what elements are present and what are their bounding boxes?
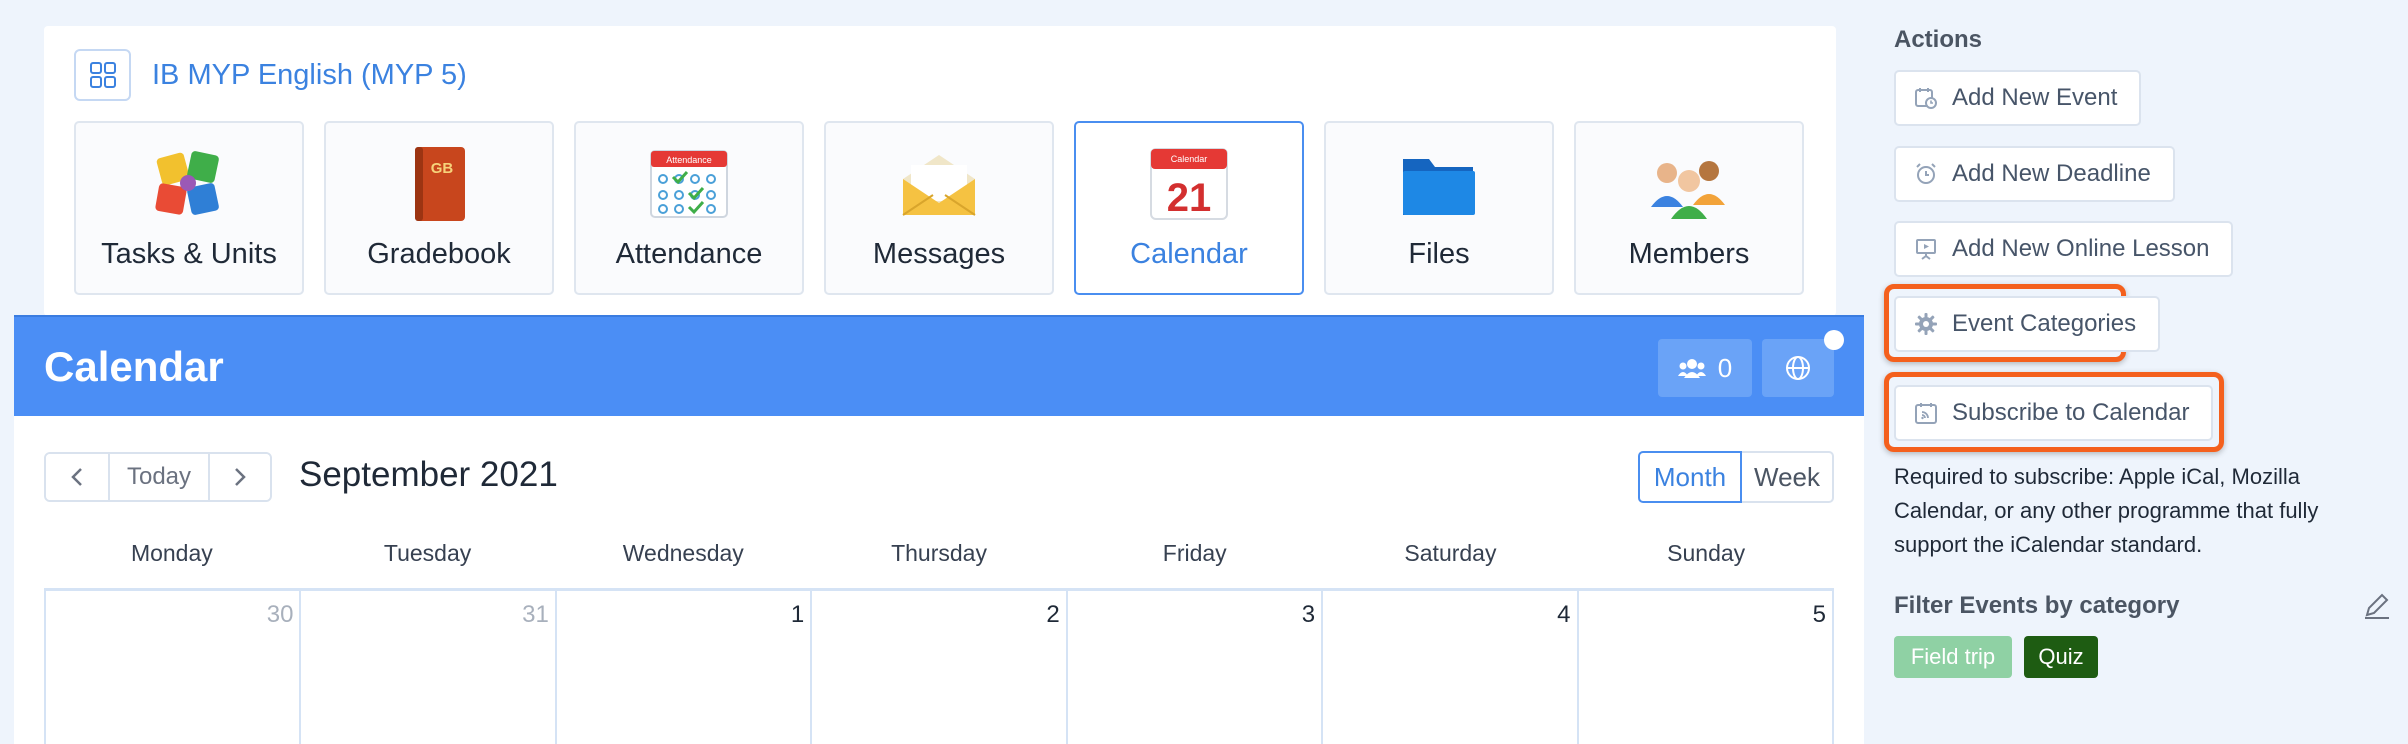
tool-gradebook[interactable]: GB Gradebook: [324, 121, 554, 295]
date-navigation: Today: [44, 452, 272, 502]
month-grid: 30 31 1 2 3 4 5: [44, 588, 1834, 744]
add-event-button[interactable]: Add New Event: [1894, 70, 2142, 126]
month-view-button[interactable]: Month: [1638, 451, 1742, 503]
day-cell[interactable]: 3: [1068, 591, 1324, 744]
day-cell[interactable]: 30: [46, 591, 302, 744]
tool-attendance[interactable]: Attendance Attendance: [574, 121, 804, 295]
weekday-header: Monday Tuesday Wednesday Thursday Friday…: [44, 540, 1834, 567]
weekday-label: Friday: [1162, 540, 1227, 566]
week-view-button[interactable]: Week: [1742, 451, 1834, 503]
tool-label: Calendar: [1130, 238, 1248, 270]
category-tag-quiz[interactable]: Quiz: [2024, 636, 2098, 678]
tool-members[interactable]: Members: [1574, 121, 1804, 295]
edit-categories-button[interactable]: [2362, 590, 2392, 625]
weekday-label: Wednesday: [622, 540, 744, 566]
users-icon: [1677, 359, 1706, 378]
day-number: 3: [1301, 601, 1316, 628]
subscribe-calendar-label: Subscribe to Calendar: [1952, 399, 2190, 426]
add-online-lesson-label: Add New Online Lesson: [1952, 235, 2210, 262]
calendar-feed-icon: [1915, 403, 1937, 424]
subscribe-requirements-text: Required to subscribe: Apple iCal, Mozil…: [1894, 464, 2319, 557]
view-switcher: Month Week: [1638, 451, 1834, 503]
tool-label: Gradebook: [367, 238, 511, 270]
app-grid-button[interactable]: [74, 49, 131, 101]
weekday-label: Tuesday: [383, 540, 472, 566]
members-count-button[interactable]: 0: [1658, 339, 1752, 397]
folder-icon: [1397, 145, 1481, 223]
prev-month-button[interactable]: [46, 454, 108, 500]
add-online-lesson-button[interactable]: Add New Online Lesson: [1894, 221, 2234, 277]
tool-label: Members: [1628, 238, 1750, 270]
tool-calendar[interactable]: Calendar 21 Calendar: [1074, 121, 1304, 295]
public-calendar-button[interactable]: [1762, 339, 1834, 397]
gear-icon: [1915, 313, 1937, 335]
day-cell[interactable]: 5: [1579, 591, 1834, 744]
gradebook-badge: GB: [431, 160, 454, 177]
members-icon: [1647, 145, 1731, 223]
weekday-label: Thursday: [891, 540, 987, 566]
add-event-label: Add New Event: [1952, 84, 2118, 111]
presentation-icon: [1916, 239, 1936, 260]
attendance-badge: Attendance: [666, 155, 712, 165]
filter-title: Filter Events by category: [1894, 592, 2180, 619]
attendance-icon: Attendance: [647, 145, 731, 223]
weekday-label: Sunday: [1667, 540, 1746, 566]
globe-icon: [1786, 356, 1810, 380]
calendar-day: 21: [1167, 176, 1212, 220]
calendar-icon: Calendar 21: [1147, 145, 1231, 223]
day-cell[interactable]: 1: [557, 591, 813, 744]
pencil-icon: [2365, 593, 2389, 619]
category-tag-field-trip[interactable]: Field trip: [1894, 636, 2012, 678]
calendar-badge: Calendar: [1171, 154, 1208, 164]
day-cell[interactable]: 2: [812, 591, 1068, 744]
day-number: 30: [266, 601, 294, 628]
day-number: 1: [790, 601, 805, 628]
chevron-left-icon: [71, 468, 82, 486]
day-number: 31: [522, 601, 549, 628]
course-title[interactable]: IB MYP English (MYP 5): [152, 59, 467, 92]
weekday-label: Saturday: [1404, 540, 1497, 566]
course-title-row: IB MYP English (MYP 5): [74, 49, 467, 101]
tool-messages[interactable]: Messages: [824, 121, 1054, 295]
event-categories-label: Event Categories: [1952, 310, 2137, 337]
today-button[interactable]: Today: [108, 454, 208, 500]
add-deadline-label: Add New Deadline: [1952, 160, 2151, 187]
grid-icon: [89, 62, 116, 88]
envelope-icon: [897, 145, 981, 223]
calendar-clock-icon: [1915, 88, 1937, 109]
members-count: 0: [1717, 352, 1733, 383]
tool-files[interactable]: Files: [1324, 121, 1554, 295]
course-tools: Tasks & Units GB Gradebook Attendance At…: [74, 121, 1804, 295]
tool-label: Messages: [872, 238, 1006, 270]
day-cell[interactable]: 31: [301, 591, 557, 744]
calendar-body: Today September 2021 Month Week Monday T…: [14, 416, 1864, 744]
alarm-clock-icon: [1916, 163, 1936, 184]
next-month-button[interactable]: [208, 454, 270, 500]
calendar-title: Calendar: [44, 343, 224, 390]
day-number: 2: [1046, 601, 1060, 628]
calendar-header: Calendar 0: [14, 315, 1864, 416]
day-cell[interactable]: 4: [1323, 591, 1579, 744]
chevron-right-icon: [235, 468, 246, 486]
puzzle-icon: [147, 145, 231, 223]
actions-title: Actions: [1894, 26, 1983, 53]
subscribe-calendar-button[interactable]: Subscribe to Calendar: [1894, 385, 2214, 441]
tool-tasks-units[interactable]: Tasks & Units: [74, 121, 304, 295]
tool-label: Tasks & Units: [101, 238, 277, 270]
month-title: September 2021: [299, 455, 558, 494]
event-categories-button[interactable]: Event Categories: [1894, 296, 2161, 352]
day-number: 4: [1557, 601, 1571, 628]
day-number: 5: [1812, 601, 1826, 628]
weekday-label: Monday: [130, 540, 213, 566]
tool-label: Files: [1408, 238, 1470, 270]
add-deadline-button[interactable]: Add New Deadline: [1894, 146, 2175, 202]
gradebook-icon: GB: [397, 145, 481, 223]
tool-label: Attendance: [615, 238, 763, 270]
notification-dot: [1824, 330, 1844, 350]
course-panel: IB MYP English (MYP 5) Tasks & Units GB …: [44, 26, 1836, 316]
